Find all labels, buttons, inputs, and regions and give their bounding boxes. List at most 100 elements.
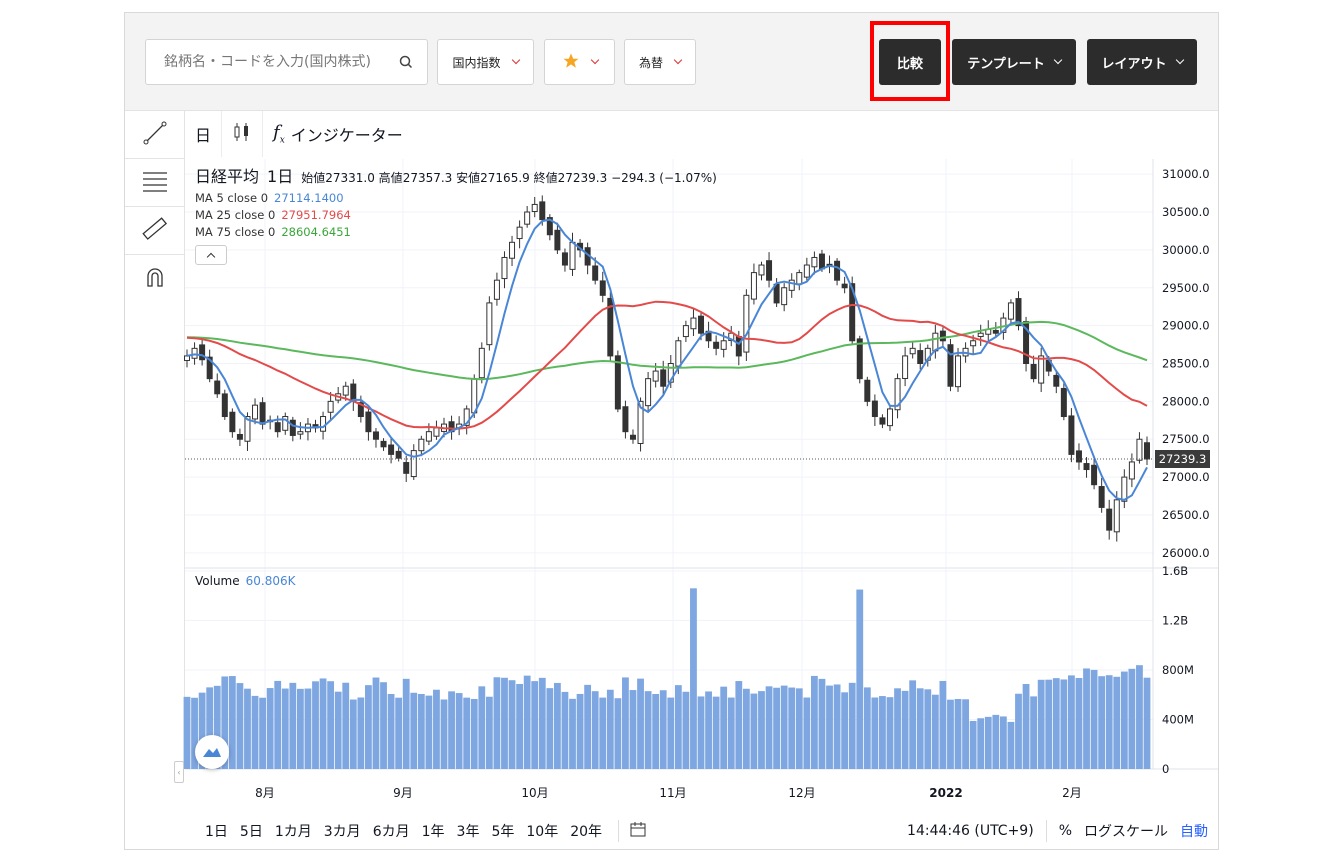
volume-bar [1052,678,1060,769]
app-frame: 国内指数 為替 比較 テンプレート レイアウト [124,12,1219,850]
volume-bar [319,678,327,769]
candle-body [199,344,206,361]
ma5-legend[interactable]: MA 5 close 0 27114.1400 [195,191,717,208]
range-button[interactable]: 6カ月 [367,821,416,841]
candle-body [1075,450,1082,463]
volume-bar [1037,679,1045,769]
candle-body [327,400,334,413]
volume-bar [546,688,554,769]
volume-bar [259,697,266,769]
volume-bar [954,698,962,769]
time-axis-label: 9月 [393,786,413,800]
candle-body [486,302,493,346]
scroll-left-handle[interactable]: ‹ [174,761,184,783]
range-button[interactable]: 10年 [520,821,564,841]
range-button[interactable]: 20年 [564,821,608,841]
range-button[interactable]: 3カ月 [318,821,367,841]
volume-bar [931,694,939,769]
collapse-legend-button[interactable] [195,245,227,265]
volume-bar [901,690,909,769]
candle-body [698,315,705,334]
volume-bar [637,678,644,769]
volume-bar [1105,675,1113,769]
range-button[interactable]: 5日 [234,821,269,841]
chevron-up-icon [206,252,216,262]
candle-body [1113,499,1120,533]
candle-body [917,350,924,365]
symbol-name: 日経平均 [195,167,260,186]
volume-bar [478,686,486,769]
volume-bar [417,693,425,769]
tradingview-logo[interactable] [195,735,229,769]
range-button[interactable]: 1年 [416,821,451,841]
price-chart[interactable]: 31000.0 30500.0 30000.0 29500.0 29000.0 28500… [125,13,1218,849]
candle-body [418,438,425,452]
percent-toggle[interactable]: % [1059,823,1072,839]
candle-body [856,338,863,380]
volume-bar [584,684,592,769]
volume-bar [916,688,924,769]
volume-bar [387,694,395,769]
log-scale-toggle[interactable]: ログスケール [1084,821,1168,841]
candle-body [781,287,788,306]
candle-body [955,355,962,388]
candle-body [433,427,440,437]
bottom-toolbar: 1日 5日 1カ月 3カ月 6カ月 1年 3年 5年 10年 20年 14:44:46 (UTC+… [185,811,1218,849]
clock-readout[interactable]: 14:44:46 (UTC+9) [907,823,1034,839]
volume-bar [788,687,796,769]
candle-body [1038,355,1045,384]
time-axis-label: 2022 [929,786,962,800]
volume-bar [183,696,191,769]
ma75-legend[interactable]: MA 75 close 0 28604.6451 [195,225,717,242]
range-button[interactable]: 1カ月 [269,821,318,841]
volume-bar [531,681,539,769]
volume-bar [1015,693,1022,769]
price-axis-label: 28000.0 [1162,394,1210,408]
time-axis-label: 2月 [1062,786,1082,800]
candle-body [879,417,886,425]
volume-bar [493,677,501,769]
ohlc-values: 始値27331.0 高値27357.3 安値27165.9 終値27239.3 … [301,171,717,185]
candle-body [350,383,357,402]
candle-body [599,280,606,296]
volume-bar [523,675,531,769]
volume-bar [803,697,811,769]
volume-axis-label: 400M [1162,713,1194,727]
goto-date-icon[interactable] [629,820,647,842]
volume-bar [599,697,607,769]
candle-body [977,332,984,338]
ma25-legend[interactable]: MA 25 close 0 27951.7964 [195,208,717,225]
volume-bar [1128,668,1136,769]
candle-body [735,335,742,357]
candle-body [342,385,349,396]
volume-bar [1113,676,1121,769]
volume-bar [659,690,667,769]
candle-body [289,419,296,436]
volume-bar [780,685,788,769]
candle-body [1098,486,1105,508]
timeframe-label: 1日 [267,167,294,186]
volume-bar [236,683,244,769]
range-button[interactable]: 5年 [485,821,520,841]
range-button[interactable]: 3年 [451,821,486,841]
volume-bar [863,687,871,769]
volume-bar [1045,679,1053,769]
volume-bar [1090,669,1098,769]
price-axis-label: 30500.0 [1162,205,1210,219]
volume-axis-label: 1.2B [1162,614,1188,628]
candle-body [652,370,659,382]
volume-bar [274,680,282,769]
volume-bar [455,693,463,769]
candle-body [690,317,697,330]
volume-bar [433,689,440,769]
range-button[interactable]: 1日 [199,821,234,841]
volume-bar [463,697,471,769]
volume-bar [501,677,508,769]
volume-bar [742,688,750,769]
price-axis-label: 26000.0 [1162,546,1210,560]
auto-scale-toggle[interactable]: 自動 [1180,821,1208,841]
volume-bar [977,718,985,769]
candle-body [229,411,236,433]
volume-bar [735,681,743,769]
volume-bar [962,699,969,769]
